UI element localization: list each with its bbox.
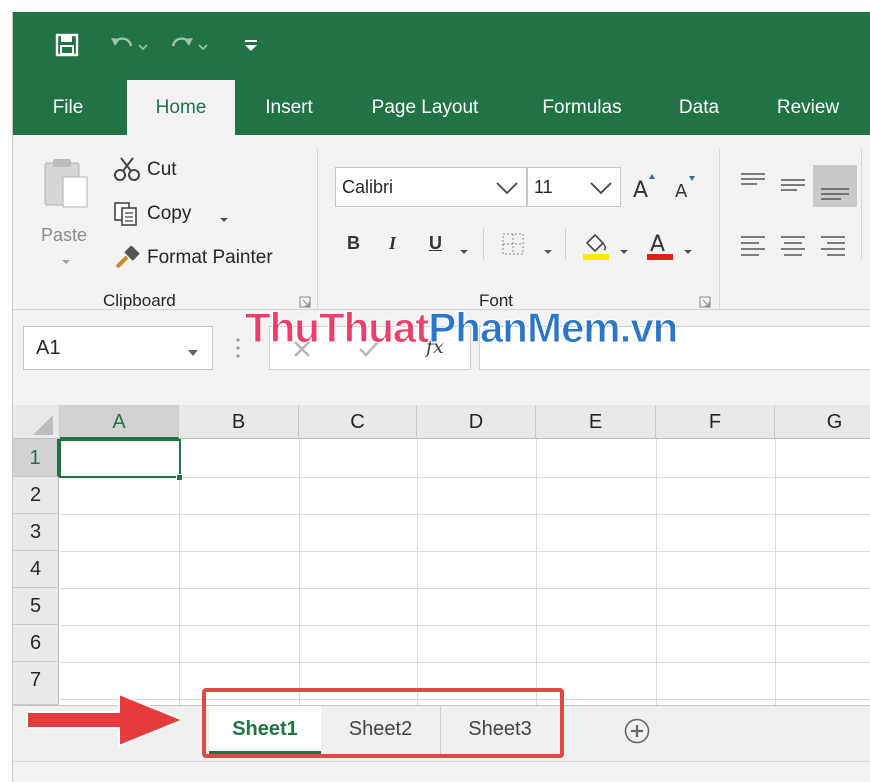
paste-icon[interactable] [41,157,93,216]
tab-home[interactable]: Home [127,80,235,135]
gridline [536,439,537,705]
redo-icon[interactable] [169,30,209,60]
selected-cell-a1[interactable] [59,439,181,478]
title-bar [13,12,870,80]
row-header-6[interactable]: 6 [13,625,59,662]
font-separator [483,229,484,259]
align-left-icon[interactable] [739,233,767,262]
align-right-icon[interactable] [819,233,847,262]
red-arrow-icon [21,690,191,755]
ribbon-tabs: File Home Insert Page Layout Formulas Da… [13,80,870,135]
watermark-part2: PhanMem.vn [428,304,679,352]
svg-text:A: A [675,181,688,201]
excel-window: File Home Insert Page Layout Formulas Da… [12,12,870,782]
bold-button[interactable]: B [347,233,360,254]
tab-insert[interactable]: Insert [249,80,329,135]
status-bar [13,761,870,782]
tab-file[interactable]: File [31,80,105,135]
row-header-5[interactable]: 5 [13,588,59,625]
svg-text:A: A [650,232,665,257]
copy-icon[interactable] [113,201,139,232]
clipboard-group-label: Clipboard [103,291,176,310]
svg-text:A: A [633,178,648,201]
fill-color-icon[interactable] [581,229,611,266]
copy-button[interactable]: Copy [147,203,191,225]
spreadsheet-grid[interactable]: A B C D E F G 1 2 3 4 5 6 7 [13,405,870,705]
group-separator [861,149,862,259]
more-options-icon[interactable] [235,336,241,365]
watermark-logo: ThuThuatPhanMem.vn [244,304,679,352]
align-center-icon[interactable] [779,233,807,262]
font-size-dropdown-icon[interactable] [589,181,613,200]
gridline [656,439,657,705]
column-header-a[interactable]: A [60,405,179,439]
font-name-value: Calibri [342,177,394,197]
tab-page-layout[interactable]: Page Layout [355,80,495,135]
cut-icon[interactable] [113,156,141,187]
italic-button[interactable]: I [389,233,396,254]
gridline [60,662,870,663]
font-color-icon[interactable]: A [645,229,675,266]
gridline [60,588,870,589]
borders-dropdown-icon[interactable] [543,243,553,261]
cut-button[interactable]: Cut [147,159,177,181]
column-header-b[interactable]: B [179,405,299,439]
align-top-icon[interactable] [739,171,767,196]
save-icon[interactable] [55,30,79,60]
underline-button[interactable]: U [429,233,442,254]
name-box-dropdown-icon[interactable] [187,344,199,362]
gridline [775,439,776,705]
watermark-part1: ThuThuat [244,304,429,352]
gridline [299,439,300,705]
column-header-d[interactable]: D [417,405,536,439]
align-bottom-icon[interactable] [813,165,857,207]
format-painter-button[interactable]: Format Painter [147,247,273,269]
gridline [60,625,870,626]
align-middle-icon[interactable] [779,175,807,200]
paste-dropdown-icon[interactable] [61,253,71,271]
column-header-e[interactable]: E [536,405,656,439]
font-size-value: 11 [534,177,553,197]
tab-review[interactable]: Review [761,80,855,135]
borders-icon[interactable] [501,232,525,261]
undo-icon[interactable] [109,30,149,60]
row-header-3[interactable]: 3 [13,514,59,551]
font-color-dropdown-icon[interactable] [683,243,693,261]
name-box[interactable]: A1 [23,326,213,370]
tab-formulas[interactable]: Formulas [525,80,639,135]
column-header-c[interactable]: C [299,405,417,439]
row-header-4[interactable]: 4 [13,551,59,588]
gridline [60,551,870,552]
highlight-box [202,688,564,758]
font-name-dropdown-icon[interactable] [495,181,519,200]
format-painter-icon[interactable] [113,243,141,276]
gridline [417,439,418,705]
column-header-g[interactable]: G [775,405,870,439]
underline-dropdown-icon[interactable] [459,243,469,261]
decrease-font-size-icon[interactable]: A [673,173,697,206]
tab-data[interactable]: Data [665,80,733,135]
increase-font-size-icon[interactable]: A [631,171,657,206]
fill-handle[interactable] [176,474,183,481]
customize-toolbar-icon[interactable] [243,30,259,60]
group-separator [317,149,318,309]
group-separator [719,149,720,309]
add-sheet-icon[interactable] [623,717,651,750]
copy-dropdown-icon[interactable] [219,211,229,229]
select-all-button[interactable] [13,405,60,439]
gridline [60,514,870,515]
ribbon: Paste Cut Copy Format Painter Clipboard … [13,135,870,310]
row-header-1[interactable]: 1 [13,439,59,477]
fill-color-dropdown-icon[interactable] [619,243,629,261]
font-separator [565,229,566,259]
row-header-2[interactable]: 2 [13,477,59,514]
column-header-f[interactable]: F [656,405,775,439]
paste-label[interactable]: Paste [41,225,87,246]
name-box-value: A1 [36,337,61,359]
